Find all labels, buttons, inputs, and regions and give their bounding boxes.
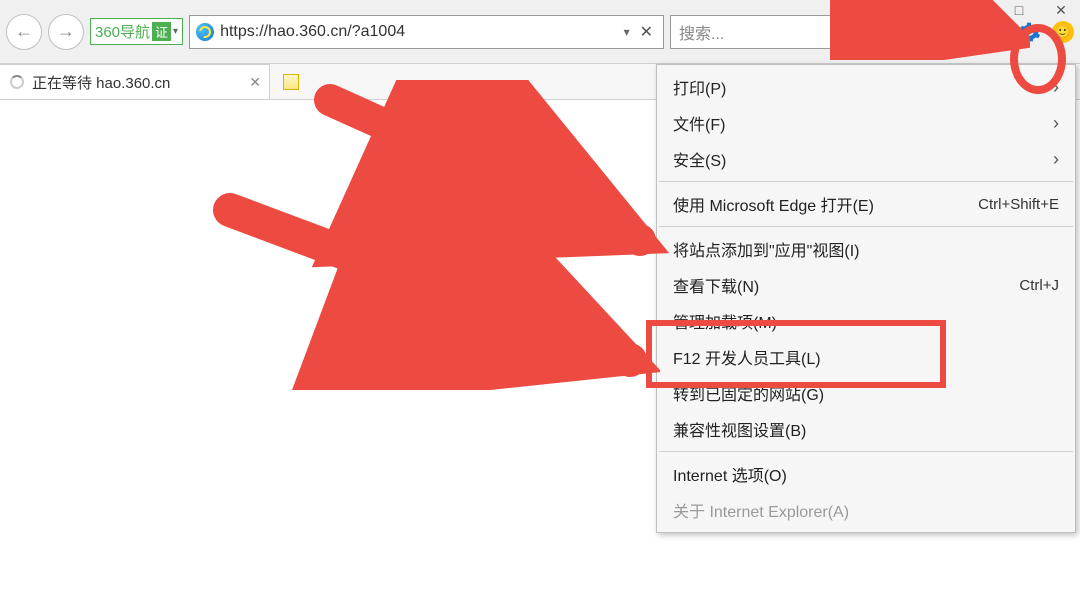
site-name: 360导航	[95, 21, 150, 42]
tab-title: 正在等待 hao.360.cn	[32, 72, 170, 93]
menu-open-edge[interactable]: 使用 Microsoft Edge 打开(E)Ctrl+Shift+E	[657, 186, 1075, 222]
search-placeholder: 搜索...	[679, 20, 724, 44]
forward-icon: →	[57, 21, 75, 42]
search-icon[interactable]: ▾	[898, 24, 921, 40]
favorites-button[interactable]	[980, 18, 1008, 46]
menu-manage-addons[interactable]: 管理加载项(M)	[657, 303, 1075, 339]
menu-about-ie[interactable]: 关于 Internet Explorer(A)	[657, 492, 1075, 528]
url-text[interactable]: https://hao.360.cn/?a1004	[220, 23, 617, 41]
menu-print[interactable]: 打印(P)	[657, 69, 1075, 105]
menu-add-to-apps[interactable]: 将站点添加到"应用"视图(I)	[657, 231, 1075, 267]
menu-file[interactable]: 文件(F)	[657, 105, 1075, 141]
browser-tab[interactable]: 正在等待 hao.360.cn ✕	[0, 64, 270, 99]
menu-pinned-sites[interactable]: 转到已固定的网站(G)	[657, 375, 1075, 411]
menu-view-downloads[interactable]: 查看下载(N)Ctrl+J	[657, 267, 1075, 303]
browser-toolbar: ← → 360导航 证 ▾ https://hao.360.cn/?a1004 …	[0, 0, 1080, 64]
maximize-button[interactable]: □	[1010, 2, 1028, 19]
annotation-arrow-mid	[310, 80, 670, 270]
close-tab-button[interactable]: ✕	[249, 74, 261, 91]
back-button[interactable]: ←	[6, 14, 42, 50]
minimize-button[interactable]: —	[968, 2, 986, 19]
search-box[interactable]: 搜索... ▾	[670, 15, 930, 49]
menu-safety[interactable]: 安全(S)	[657, 141, 1075, 177]
cert-icon: 证	[152, 22, 171, 41]
menu-internet-options[interactable]: Internet 选项(O)	[657, 456, 1075, 492]
menu-compat-view-settings[interactable]: 兼容性视图设置(B)	[657, 411, 1075, 447]
address-bar[interactable]: https://hao.360.cn/?a1004 ▾ ✕	[189, 15, 664, 49]
menu-separator	[659, 226, 1073, 227]
new-tab-icon	[283, 74, 299, 90]
badge-dropdown-icon: ▾	[173, 26, 178, 37]
back-icon: ←	[15, 21, 33, 42]
toolbar-right-icons: 🙂	[944, 18, 1074, 46]
clear-address-button[interactable]: ✕	[636, 22, 657, 42]
ie-logo-icon	[196, 23, 214, 41]
menu-separator	[659, 451, 1073, 452]
site-identity-badge[interactable]: 360导航 证 ▾	[90, 18, 183, 45]
annotation-arrow-bottom	[210, 190, 660, 390]
new-tab-button[interactable]	[276, 64, 306, 99]
forward-button[interactable]: →	[48, 14, 84, 50]
menu-f12-tools[interactable]: F12 开发人员工具(L)	[657, 339, 1075, 375]
address-dropdown-icon[interactable]: ▾	[624, 25, 630, 39]
tools-menu: 打印(P) 文件(F) 安全(S) 使用 Microsoft Edge 打开(E…	[656, 64, 1076, 533]
menu-separator	[659, 181, 1073, 182]
window-controls: — □ ✕	[968, 2, 1070, 19]
loading-spinner-icon	[10, 75, 24, 89]
feedback-smiley-icon[interactable]: 🙂	[1052, 21, 1074, 43]
close-window-button[interactable]: ✕	[1052, 2, 1070, 19]
tools-gear-button[interactable]	[1016, 18, 1044, 46]
home-button[interactable]	[944, 18, 972, 46]
